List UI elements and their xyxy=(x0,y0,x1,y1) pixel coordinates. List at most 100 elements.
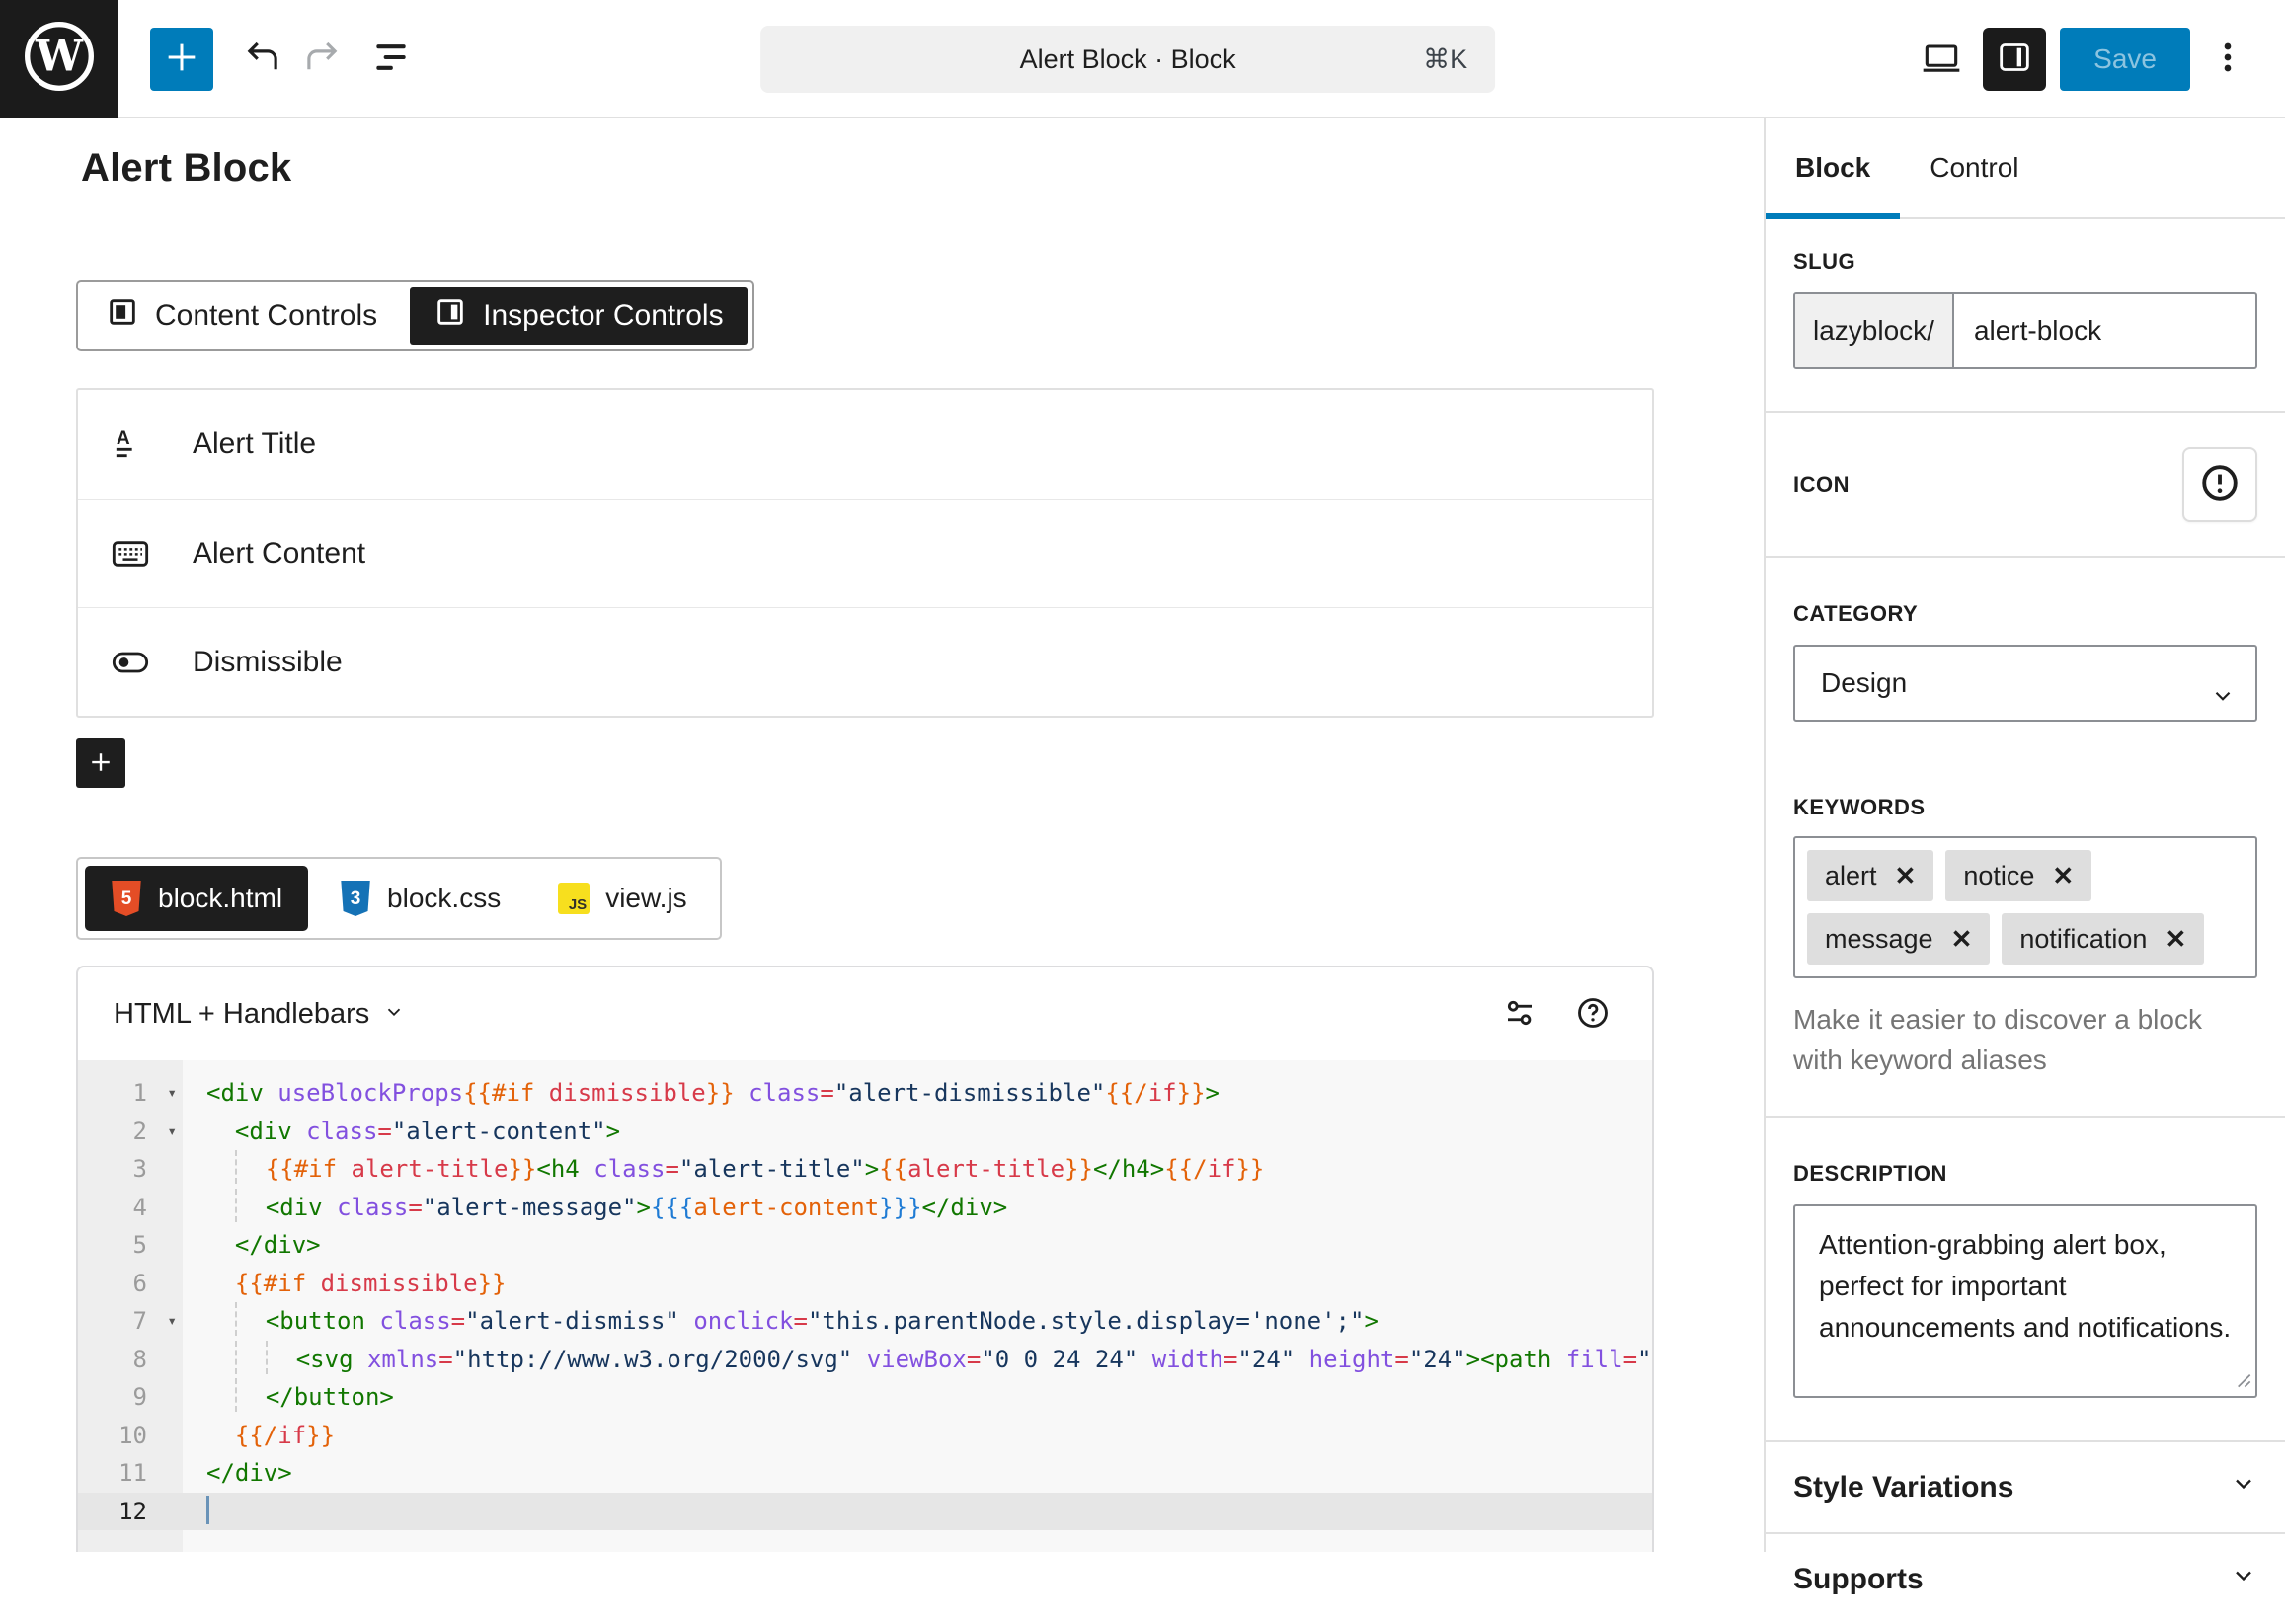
line-number: 6 xyxy=(78,1265,183,1303)
sidebar-tab-block[interactable]: Block xyxy=(1766,118,1900,217)
panel-style-variations[interactable]: Style Variations xyxy=(1766,1440,2285,1532)
icon-label: ICON xyxy=(1793,472,1850,498)
code-line-9[interactable]: 9 </button> xyxy=(78,1378,1652,1417)
keywords-help-text: Make it easier to discover a block with … xyxy=(1793,1000,2257,1116)
toggle-control-icon xyxy=(108,643,153,682)
tab-content-controls[interactable]: Content Controls xyxy=(78,282,405,349)
code-editor-header: HTML + Handlebars xyxy=(78,967,1652,1060)
code-line-5[interactable]: 5 </div> xyxy=(78,1226,1652,1265)
panel-supports[interactable]: Supports xyxy=(1766,1532,2285,1624)
code-line-7[interactable]: 7▾ <button class="alert-dismiss" onclick… xyxy=(78,1302,1652,1341)
sliders-icon xyxy=(1502,995,1537,1034)
code-line-content: </button> xyxy=(183,1378,1652,1417)
redo-button[interactable] xyxy=(294,32,350,87)
control-row[interactable]: AAlert Title xyxy=(78,390,1652,499)
file-tab-block-html[interactable]: 5 block.html xyxy=(85,866,308,931)
line-number: 3 xyxy=(78,1150,183,1189)
code-line-3[interactable]: 3 {{#if alert-title}}<h4 class="alert-ti… xyxy=(78,1150,1652,1189)
code-line-6[interactable]: 6 {{#if dismissible}} xyxy=(78,1265,1652,1303)
line-number: 7▾ xyxy=(78,1302,183,1341)
description-label: DESCRIPTION xyxy=(1793,1161,1947,1186)
code-line-8[interactable]: 8 <svg xmlns="http://www.w3.org/2000/svg… xyxy=(78,1341,1652,1379)
list-view-icon xyxy=(369,36,413,82)
command-bar-shortcut: ⌘K xyxy=(1423,44,1467,75)
editor-settings-button[interactable] xyxy=(1502,995,1537,1034)
control-label: Dismissible xyxy=(193,646,343,679)
code-line-content: {{#if dismissible}} xyxy=(183,1265,1652,1303)
keyword-tag: alert✕ xyxy=(1807,850,1933,901)
panel-label: Supports xyxy=(1793,1563,1924,1596)
plus-icon xyxy=(86,747,116,780)
line-number: 8 xyxy=(78,1341,183,1379)
code-line-content: <div useBlockProps{{#if dismissible}} cl… xyxy=(183,1074,1652,1113)
tab-inspector-controls[interactable]: Inspector Controls xyxy=(410,287,747,345)
control-row[interactable]: Dismissible xyxy=(78,607,1652,716)
line-number: 10 xyxy=(78,1417,183,1455)
alert-circle-icon xyxy=(2198,461,2242,507)
code-line-11[interactable]: 11</div> xyxy=(78,1454,1652,1493)
add-control-button[interactable] xyxy=(76,738,125,788)
editor-canvas: Alert Block Content Controls xyxy=(0,118,1764,1552)
html5-icon: 5 xyxy=(111,881,142,916)
editor-mode-dropdown[interactable]: HTML + Handlebars xyxy=(114,998,405,1031)
code-line-1[interactable]: 1▾<div useBlockProps{{#if dismissible}} … xyxy=(78,1074,1652,1113)
category-section: CATEGORY Design KEYWORDS alert✕notice✕me… xyxy=(1766,556,2285,1116)
fold-arrow-icon[interactable]: ▾ xyxy=(167,1074,177,1113)
keyword-remove-button[interactable]: ✕ xyxy=(1951,926,1973,952)
control-row[interactable]: Alert Content xyxy=(78,499,1652,607)
code-line-2[interactable]: 2▾ <div class="alert-content"> xyxy=(78,1113,1652,1151)
line-number: 9 xyxy=(78,1378,183,1417)
file-tab-view-js[interactable]: JS view.js xyxy=(532,866,712,931)
file-tab-label: view.js xyxy=(605,883,686,914)
save-button[interactable]: Save xyxy=(2060,28,2190,91)
sidebar-tabs: BlockControl xyxy=(1766,118,2285,219)
block-icon-picker-button[interactable] xyxy=(2182,447,2257,522)
control-label: Alert Content xyxy=(193,537,365,571)
editor-top-bar: W Alert Block · Blo xyxy=(0,0,2285,118)
tab-label: Content Controls xyxy=(155,299,377,333)
settings-sidebar-toggle-button[interactable] xyxy=(1983,28,2046,91)
description-textarea[interactable]: Attention-grabbing alert box, perfect fo… xyxy=(1793,1204,2257,1398)
view-preview-button[interactable] xyxy=(1914,32,1969,87)
code-editor[interactable]: 1▾<div useBlockProps{{#if dismissible}} … xyxy=(78,1060,1652,1552)
keyword-tag: notification✕ xyxy=(2002,913,2204,965)
command-bar[interactable]: Alert Block · Block ⌘K xyxy=(760,26,1495,93)
block-inserter-button[interactable] xyxy=(150,28,213,91)
code-line-content xyxy=(183,1493,1652,1531)
sidebar-panel-icon xyxy=(1995,38,2034,80)
fold-arrow-icon[interactable]: ▾ xyxy=(167,1302,177,1341)
panel-label: Style Variations xyxy=(1793,1471,2013,1505)
slug-label: SLUG xyxy=(1793,249,1855,273)
wordpress-logo-button[interactable]: W xyxy=(0,0,118,118)
options-menu-button[interactable] xyxy=(2204,28,2251,91)
code-line-12[interactable]: 12 xyxy=(78,1493,1652,1531)
block-settings-sidebar: BlockControl SLUG lazyblock/ alert-block… xyxy=(1764,118,2285,1552)
help-icon xyxy=(1575,995,1611,1034)
line-number: 4 xyxy=(78,1189,183,1227)
text-control-icon: A xyxy=(108,425,153,464)
chevron-down-icon xyxy=(383,998,405,1031)
file-tab-label: block.html xyxy=(158,883,282,914)
code-line-10[interactable]: 10 {{/if}} xyxy=(78,1417,1652,1455)
slug-input[interactable]: alert-block xyxy=(1954,294,2255,367)
keyword-tag-label: notice xyxy=(1963,861,2034,891)
js-icon: JS xyxy=(558,883,590,914)
editor-help-button[interactable] xyxy=(1575,995,1611,1034)
sidebar-tab-control[interactable]: Control xyxy=(1900,118,2048,217)
keywords-input[interactable]: alert✕notice✕message✕notification✕ xyxy=(1793,836,2257,978)
keyword-remove-button[interactable]: ✕ xyxy=(1895,863,1917,889)
keyword-remove-button[interactable]: ✕ xyxy=(2052,863,2074,889)
keyword-remove-button[interactable]: ✕ xyxy=(2165,926,2186,952)
kebab-menu-icon xyxy=(2208,38,2247,80)
list-view-button[interactable] xyxy=(363,32,419,87)
line-number: 1▾ xyxy=(78,1074,183,1113)
code-line-4[interactable]: 4 <div class="alert-message">{{{alert-co… xyxy=(78,1189,1652,1227)
code-line-content: {{/if}} xyxy=(183,1417,1652,1455)
css3-icon: 3 xyxy=(340,881,371,916)
file-tab-block-css[interactable]: 3block.css xyxy=(314,866,526,931)
keyword-tag: notice ✕ xyxy=(1945,850,2091,901)
category-select[interactable]: Design xyxy=(1793,645,2257,722)
undo-button[interactable] xyxy=(235,32,290,87)
fold-arrow-icon[interactable]: ▾ xyxy=(167,1113,177,1151)
code-file-tabs: 5 block.html 3block.css JS view.js xyxy=(76,857,722,940)
